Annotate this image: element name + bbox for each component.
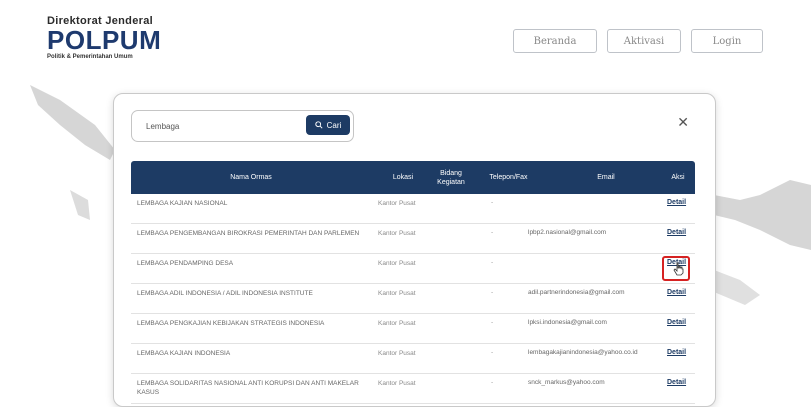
search-input[interactable] <box>144 118 298 134</box>
ormas-name: LEMBAGA SOLIDARITAS NASIONAL ANTI KORUPS… <box>137 380 359 396</box>
lokasi-value: Kantor Pusat <box>378 380 416 387</box>
aktivasi-button[interactable]: Aktivasi <box>607 29 681 53</box>
detail-link[interactable]: Detail <box>667 319 686 326</box>
detail-link[interactable]: Detail <box>667 349 686 356</box>
telepon-value: - <box>491 349 494 356</box>
ormas-name: LEMBAGA PENGEMBANGAN BIROKRASI PEMERINTA… <box>137 230 360 237</box>
ormas-name: LEMBAGA ADIL INDONESIA / ADIL INDONESIA … <box>137 290 313 297</box>
detail-link[interactable]: Detail <box>667 289 686 296</box>
beranda-button[interactable]: Beranda <box>513 29 597 53</box>
telepon-value: - <box>491 199 494 206</box>
email-value: lpbp2.nasional@gmail.com <box>528 229 607 236</box>
col-telepon: Telepon/Fax <box>489 174 528 181</box>
ormas-name: LEMBAGA KAJIAN INDONESIA <box>137 350 231 357</box>
email-value: snck_markus@yahoo.com <box>528 379 605 386</box>
ormas-name: LEMBAGA PENGKAJIAN KEBIJAKAN STRATEGIS I… <box>137 320 325 327</box>
telepon-value: - <box>491 319 494 326</box>
hand-cursor-icon <box>673 262 684 276</box>
table-row: LEMBAGA KAJIAN NASIONAL Kantor Pusat - Deta… <box>131 194 695 224</box>
table-row: LEMBAGA PENGEMBANGAN BIROKRASI PEMERINTA… <box>131 224 695 254</box>
search-box: Cari <box>131 110 354 142</box>
detail-link[interactable]: Detail <box>667 199 686 206</box>
email-value: adil.partnerindonesia@gmail.com <box>528 289 625 296</box>
lokasi-value: Kantor Pusat <box>378 200 416 207</box>
lokasi-value: Kantor Pusat <box>378 350 416 357</box>
close-icon[interactable]: ✕ <box>677 114 689 131</box>
detail-link[interactable]: Detail <box>667 379 686 386</box>
telepon-value: - <box>491 259 494 266</box>
detail-link[interactable]: Detail <box>667 229 686 236</box>
telepon-value: - <box>491 379 494 386</box>
polpum-logo[interactable]: Direktorat Jenderal POLPUM Politik & Pem… <box>47 15 161 61</box>
col-bidang-kegiatan: Bidang Kegiatan <box>437 170 465 186</box>
col-nama-ormas: Nama Ormas <box>230 174 272 181</box>
lokasi-value: Kantor Pusat <box>378 290 416 297</box>
email-value: lpksi.indonesia@gmail.com <box>528 319 607 326</box>
table-row: LEMBAGA ADIL INDONESIA / ADIL INDONESIA … <box>131 284 695 314</box>
top-nav: Beranda Aktivasi Login <box>513 29 763 53</box>
telepon-value: - <box>491 289 494 296</box>
telepon-value: - <box>491 229 494 236</box>
email-value: lembagakajianindonesia@yahoo.co.id <box>528 349 638 356</box>
login-button[interactable]: Login <box>691 29 763 53</box>
search-modal: Cari ✕ Nama Ormas Lokasi Bidang Kegiatan… <box>113 93 716 407</box>
search-button-label: Cari <box>326 120 342 130</box>
table-header: Nama Ormas Lokasi Bidang Kegiatan Telepo… <box>131 161 695 194</box>
ormas-name: LEMBAGA KAJIAN NASIONAL <box>137 200 228 207</box>
logo-main-text: POLPUM <box>47 25 162 55</box>
lokasi-value: Kantor Pusat <box>378 320 416 327</box>
ormas-name: LEMBAGA PENDAMPING DESA <box>137 260 234 267</box>
col-email: Email <box>597 174 615 181</box>
col-lokasi: Lokasi <box>392 174 414 181</box>
col-aksi: Aksi <box>671 174 685 181</box>
ormas-table: Nama Ormas Lokasi Bidang Kegiatan Telepo… <box>131 161 695 404</box>
table-row: LEMBAGA SOLIDARITAS NASIONAL ANTI KORUPS… <box>131 374 695 404</box>
lokasi-value: Kantor Pusat <box>378 230 416 237</box>
table-body: LEMBAGA KAJIAN NASIONAL Kantor Pusat - Deta… <box>131 194 695 404</box>
search-icon <box>314 121 323 129</box>
table-row: LEMBAGA KAJIAN INDONESIA Kantor Pusat - lem… <box>131 344 695 374</box>
table-row: LEMBAGA PENDAMPING DESA Kantor Pusat - Deta… <box>131 254 695 284</box>
table-row: LEMBAGA PENGKAJIAN KEBIJAKAN STRATEGIS I… <box>131 314 695 344</box>
search-button[interactable]: Cari <box>306 115 350 135</box>
lokasi-value: Kantor Pusat <box>378 260 416 267</box>
site-header: Direktorat Jenderal POLPUM Politik & Pem… <box>0 0 811 70</box>
